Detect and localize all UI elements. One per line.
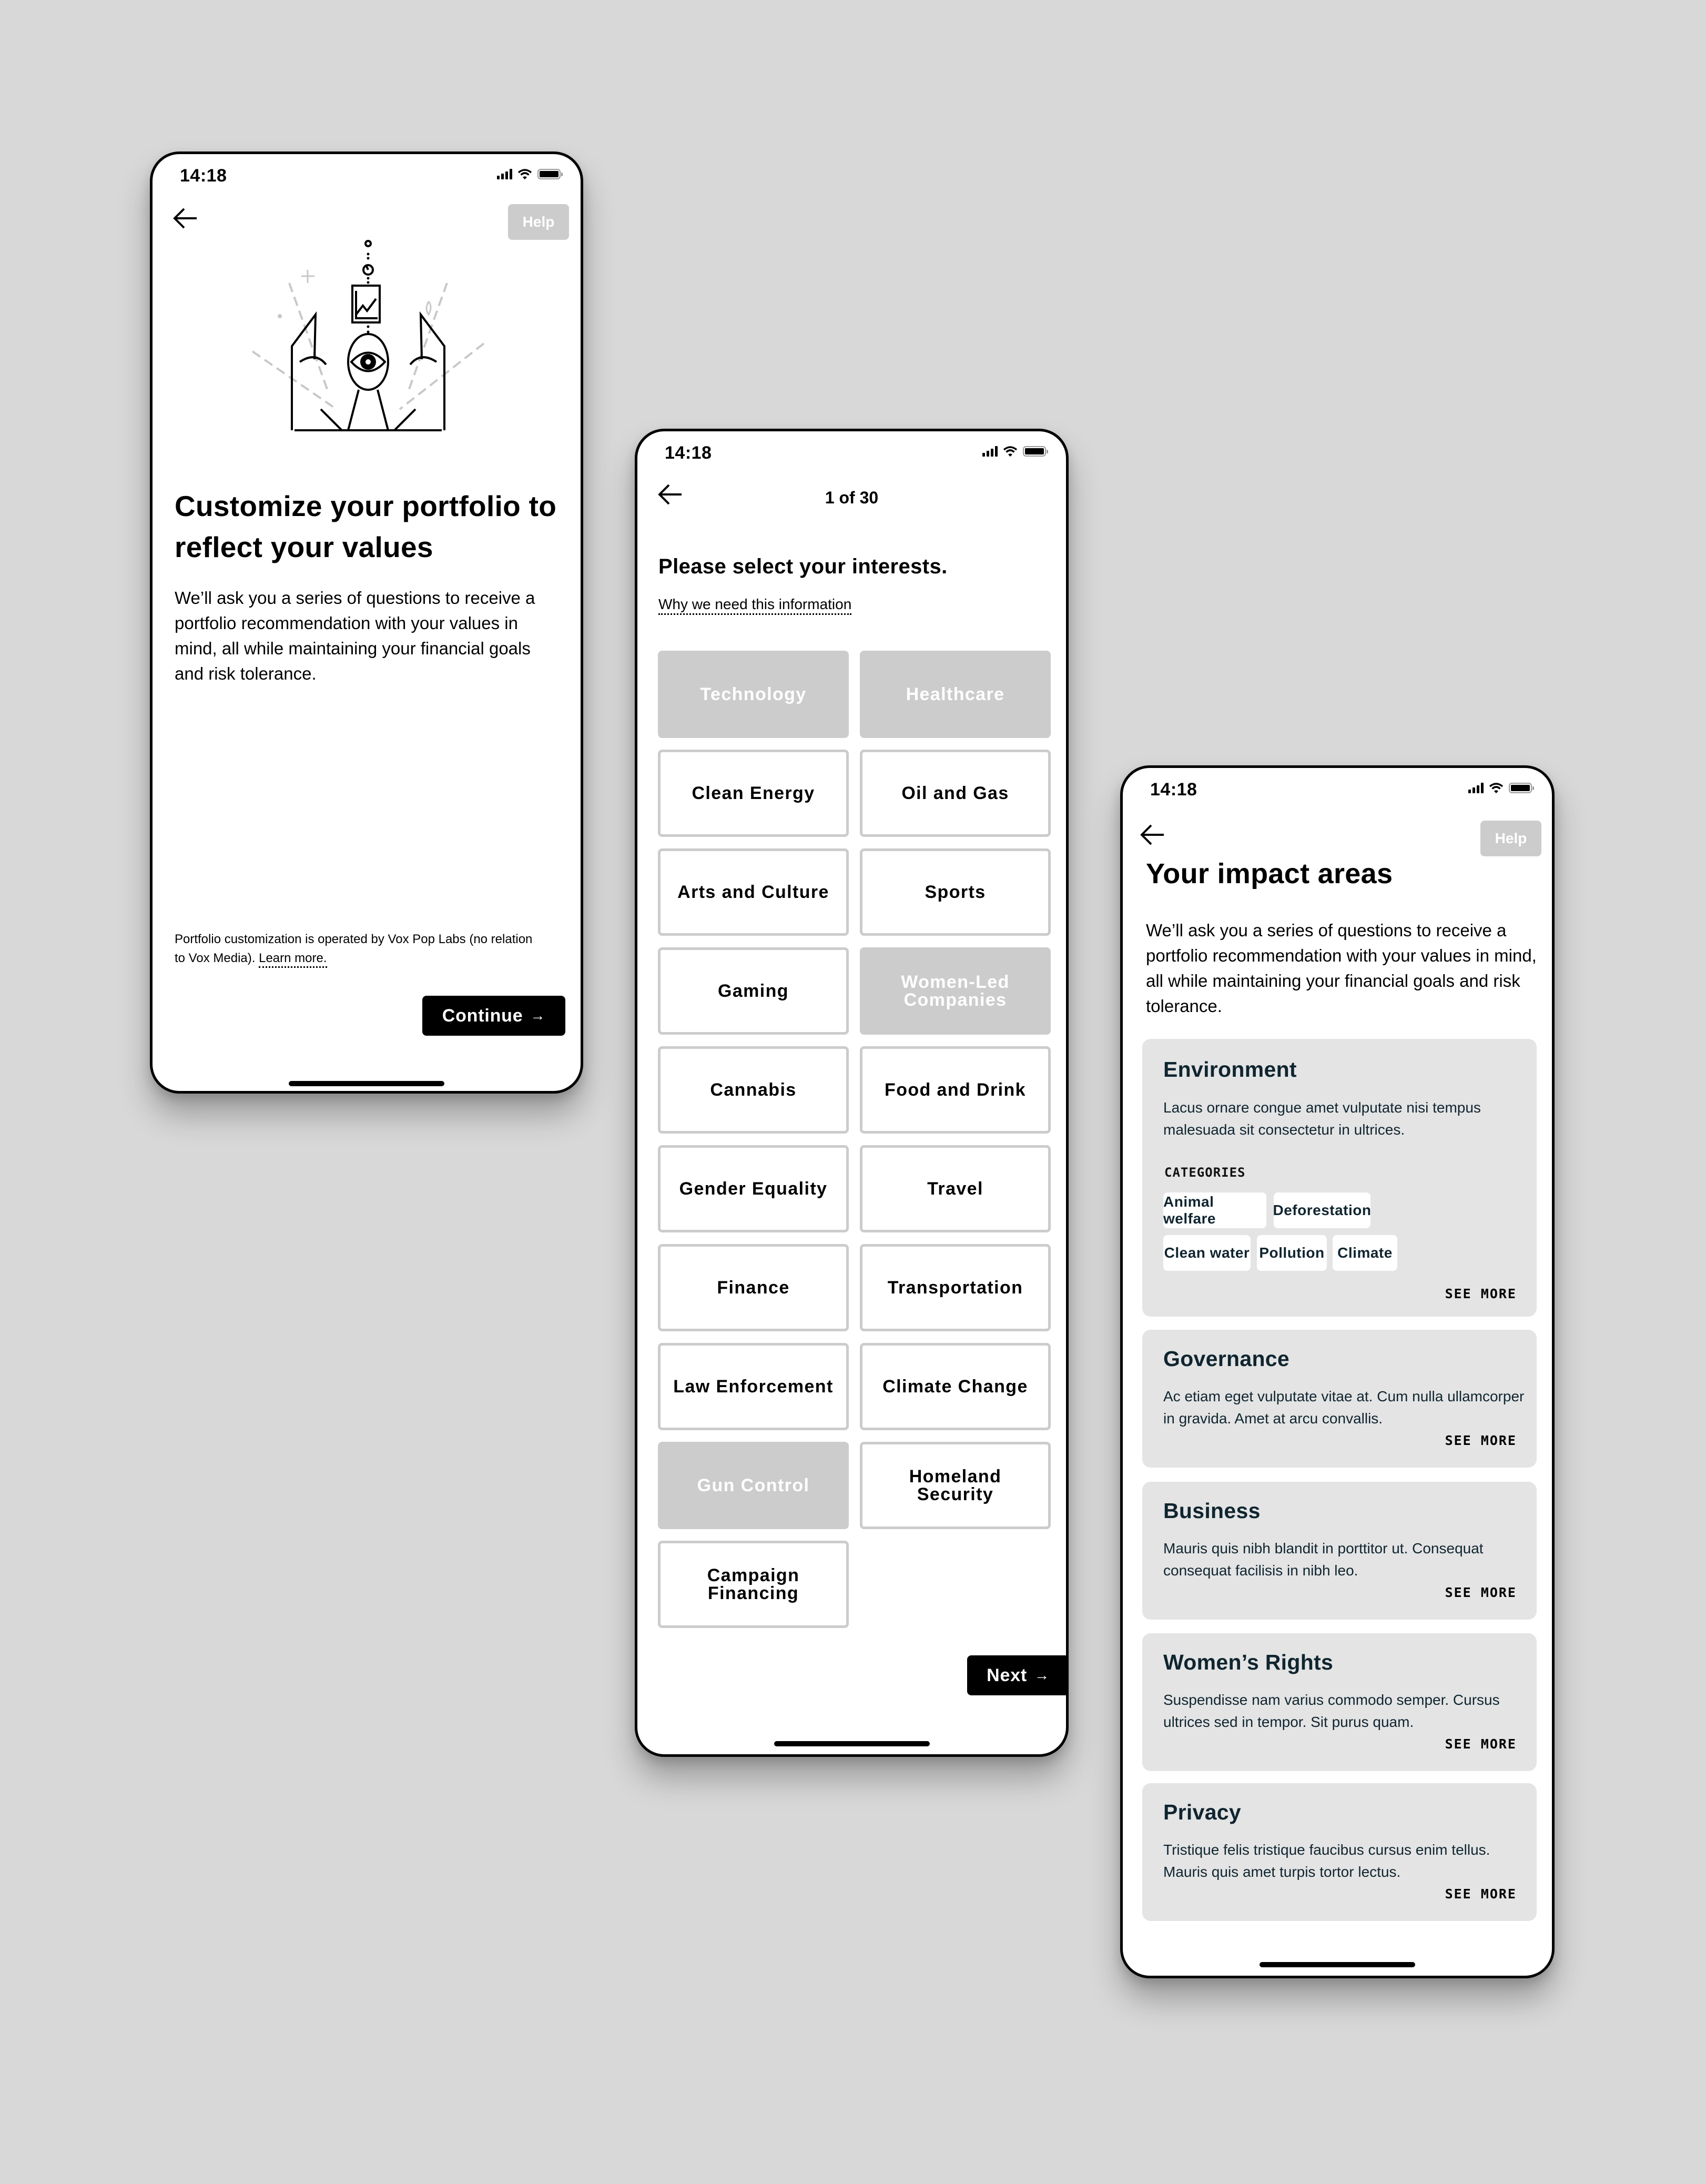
signal-icon (497, 169, 512, 179)
status-time: 14:18 (665, 443, 712, 463)
interest-tile[interactable]: Gaming (658, 947, 849, 1035)
arrow-right-icon: → (1034, 1667, 1050, 1683)
status-time: 14:18 (180, 166, 227, 186)
interest-tile[interactable]: Women-Led Companies (860, 947, 1051, 1035)
interest-tile[interactable]: Oil and Gas (860, 750, 1051, 837)
phone-impact-areas-screen: 14:18 Help Your impact areas We’ll ask y… (1120, 765, 1555, 1978)
learn-more-link[interactable]: Learn more. (259, 951, 327, 968)
impact-card-privacy[interactable]: Privacy Tristique felis tristique faucib… (1142, 1783, 1537, 1921)
wifi-icon (1003, 446, 1018, 457)
category-chip[interactable]: Deforestation (1273, 1192, 1371, 1228)
signal-icon (1468, 783, 1484, 793)
status-time: 14:18 (1150, 780, 1197, 800)
card-description: Suspendisse nam varius commodo semper. C… (1163, 1692, 1500, 1730)
card-title: Privacy (1163, 1800, 1242, 1824)
interest-tile[interactable]: Finance (658, 1244, 849, 1331)
interest-tile[interactable]: Sports (860, 848, 1051, 936)
status-bar: 14:18 (153, 154, 581, 201)
impact-card-environment[interactable]: Environment Lacus ornare congue amet vul… (1142, 1039, 1537, 1317)
back-arrow-icon[interactable] (171, 207, 199, 230)
see-more-link[interactable]: SEE MORE (1445, 1585, 1517, 1600)
home-indicator (1260, 1962, 1415, 1967)
interest-tile[interactable]: Law Enforcement (658, 1343, 849, 1430)
impact-description: We’ll ask you a series of questions to r… (1146, 921, 1537, 1016)
see-more-link[interactable]: SEE MORE (1445, 1433, 1517, 1448)
next-button[interactable]: Next → (967, 1655, 1066, 1695)
interest-tile[interactable]: Transportation (860, 1244, 1051, 1331)
status-icons (497, 168, 563, 180)
interest-tile[interactable]: Arts and Culture (658, 848, 849, 936)
category-chip[interactable]: Clean water (1163, 1235, 1251, 1271)
card-description: Lacus ornare congue amet vulputate nisi … (1163, 1099, 1481, 1138)
wifi-icon (517, 169, 532, 179)
see-more-link[interactable]: SEE MORE (1445, 1286, 1517, 1301)
impact-card-governance[interactable]: Governance Ac etiam eget vulputate vitae… (1142, 1330, 1537, 1468)
status-bar: 14:18 (637, 431, 1066, 479)
battery-icon (1509, 783, 1534, 793)
status-bar: 14:18 (1123, 768, 1552, 815)
question-title: Please select your interests. (658, 555, 948, 578)
category-chip[interactable]: Climate (1333, 1235, 1397, 1271)
interest-tile[interactable]: Climate Change (860, 1343, 1051, 1430)
crystal-ball-eye-hands-illustration (251, 240, 485, 431)
interest-tile[interactable]: Food and Drink (860, 1046, 1051, 1134)
see-more-link[interactable]: SEE MORE (1445, 1736, 1517, 1752)
interest-tile[interactable]: Homeland Security (860, 1442, 1051, 1529)
category-chip[interactable]: Animal welfare (1163, 1192, 1266, 1228)
back-arrow-icon[interactable] (1139, 823, 1166, 846)
help-button[interactable]: Help (508, 204, 569, 240)
interest-tile[interactable]: Gun Control (658, 1442, 849, 1529)
phone-intro-screen: 14:18 Help Customize your portfolio to r… (150, 151, 583, 1094)
wifi-icon (1489, 783, 1504, 793)
interest-tile[interactable]: Healthcare (860, 651, 1051, 738)
next-label: Next (987, 1665, 1028, 1685)
status-icons (982, 446, 1048, 457)
battery-icon (1023, 446, 1048, 457)
home-indicator (289, 1081, 444, 1086)
home-indicator (774, 1741, 930, 1746)
card-title: Environment (1163, 1057, 1297, 1081)
categories-label: CATEGORIES (1164, 1165, 1246, 1180)
intro-description: We’ll ask you a series of questions to r… (175, 588, 535, 683)
continue-label: Continue (442, 1005, 523, 1026)
arrow-right-icon: → (530, 1007, 546, 1024)
interest-tile[interactable]: Travel (860, 1145, 1051, 1232)
continue-button[interactable]: Continue → (422, 996, 565, 1036)
card-description: Ac etiam eget vulputate vitae at. Cum nu… (1163, 1388, 1525, 1427)
card-title: Business (1163, 1499, 1261, 1523)
card-description: Tristique felis tristique faucibus cursu… (1163, 1842, 1490, 1880)
card-description: Mauris quis nibh blandit in porttitor ut… (1163, 1540, 1484, 1579)
why-info-link-text[interactable]: Why we need this information (658, 596, 852, 615)
impact-card-business[interactable]: Business Mauris quis nibh blandit in por… (1142, 1482, 1537, 1620)
interest-tile[interactable]: Campaign Financing (658, 1541, 849, 1628)
battery-icon (537, 169, 563, 179)
interest-tile[interactable]: Clean Energy (658, 750, 849, 837)
category-chip[interactable]: Pollution (1257, 1235, 1327, 1271)
card-title: Governance (1163, 1347, 1289, 1371)
signal-icon (982, 446, 998, 457)
impact-card-womens-rights[interactable]: Women’s Rights Suspendisse nam varius co… (1142, 1633, 1537, 1771)
progress-indicator: 1 of 30 (825, 488, 879, 507)
disclaimer-text: Portfolio customization is operated by V… (175, 930, 543, 968)
interest-tile[interactable]: Technology (658, 651, 849, 738)
why-info-link[interactable]: Why we need this information (658, 596, 852, 615)
page-title: Your impact areas (1146, 858, 1393, 889)
interest-tile[interactable]: Gender Equality (658, 1145, 849, 1232)
status-icons (1468, 782, 1534, 794)
see-more-link[interactable]: SEE MORE (1445, 1886, 1517, 1902)
phone-interests-screen: 14:18 1 of 30 Please select your interes… (635, 429, 1069, 1757)
card-title: Women’s Rights (1163, 1650, 1334, 1674)
help-button[interactable]: Help (1480, 821, 1541, 856)
interest-tile[interactable]: Cannabis (658, 1046, 849, 1134)
disclaimer-body: Portfolio customization is operated by V… (175, 932, 533, 965)
page-title: Customize your portfolio to reflect your… (175, 490, 557, 563)
